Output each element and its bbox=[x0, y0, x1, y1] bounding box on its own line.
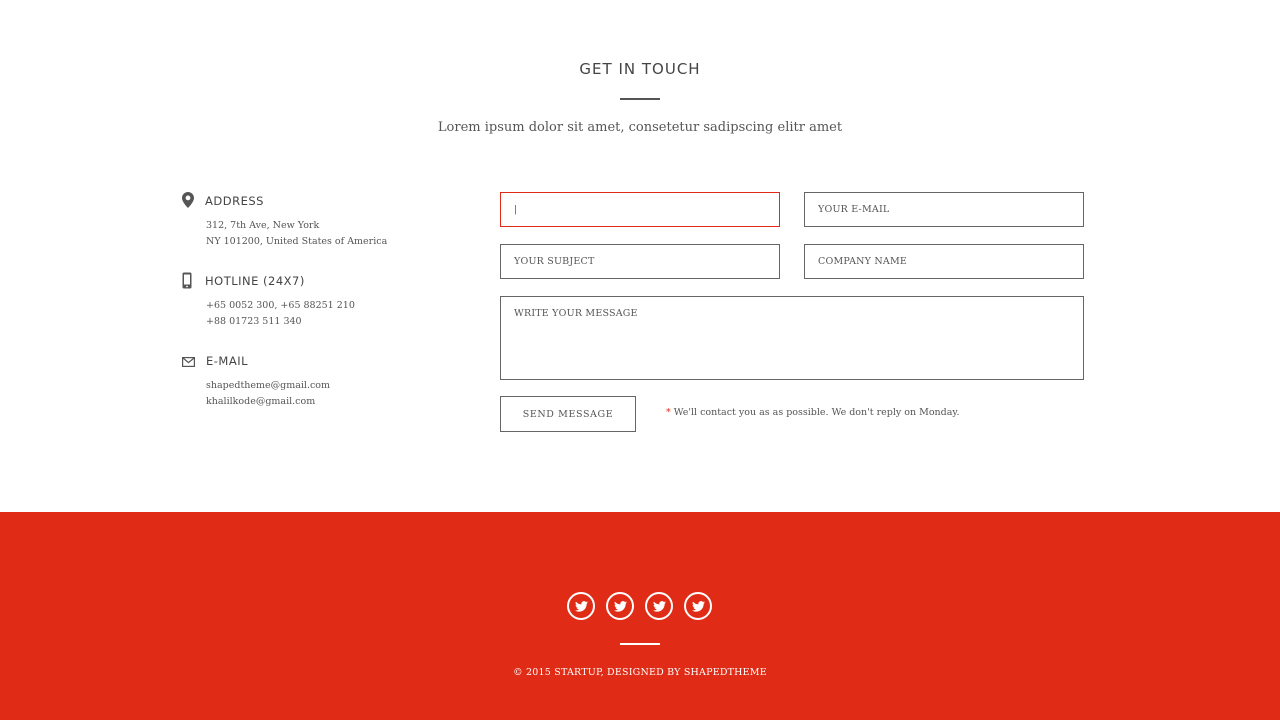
subject-input[interactable] bbox=[500, 244, 780, 279]
footer-divider bbox=[620, 643, 660, 645]
email-line: shapedtheme@gmail.com bbox=[206, 380, 331, 391]
required-star: * bbox=[666, 407, 671, 418]
twitter-icon bbox=[652, 597, 666, 616]
twitter-link[interactable] bbox=[684, 592, 712, 620]
email-input[interactable] bbox=[804, 192, 1084, 227]
phone-line: +65 0052 300, +65 88251 210 bbox=[206, 300, 355, 311]
message-textarea[interactable] bbox=[500, 296, 1084, 380]
copyright-text: © 2015 STARTUP, DESIGNED BY SHAPEDTHEME bbox=[513, 667, 767, 678]
map-marker-icon bbox=[182, 192, 196, 208]
envelope-icon bbox=[182, 352, 196, 368]
contact-note: * We'll contact you as as possible. We do… bbox=[666, 407, 960, 418]
footer: © 2015 STARTUP, DESIGNED BY SHAPEDTHEME bbox=[0, 512, 1280, 720]
email-line: khalilkode@gmail.com bbox=[206, 396, 316, 407]
name-input[interactable] bbox=[500, 192, 780, 227]
social-links bbox=[567, 592, 712, 620]
email-text: shapedtheme@gmail.com khalilkode@gmail.c… bbox=[206, 378, 330, 410]
address-heading: ADDRESS bbox=[205, 194, 264, 208]
hotline-heading: HOTLINE (24X7) bbox=[205, 274, 305, 288]
title-divider bbox=[620, 98, 660, 100]
address-line: NY 101200, United States of America bbox=[206, 236, 388, 247]
email-heading: E-MAIL bbox=[206, 354, 249, 368]
address-line: 312, 7th Ave, New York bbox=[206, 220, 320, 231]
twitter-link[interactable] bbox=[606, 592, 634, 620]
hotline-text: +65 0052 300, +65 88251 210 +88 01723 51… bbox=[206, 298, 355, 330]
address-text: 312, 7th Ave, New York NY 101200, United… bbox=[206, 218, 387, 250]
contact-note-text: We'll contact you as as possible. We don… bbox=[673, 407, 960, 418]
twitter-icon bbox=[691, 597, 705, 616]
twitter-link[interactable] bbox=[567, 592, 595, 620]
twitter-link[interactable] bbox=[645, 592, 673, 620]
mobile-phone-icon bbox=[182, 272, 196, 289]
send-message-button[interactable]: SEND MESSAGE bbox=[500, 396, 636, 432]
twitter-icon bbox=[574, 597, 588, 616]
section-subtitle: Lorem ipsum dolor sit amet, consetetur s… bbox=[437, 120, 843, 135]
twitter-icon bbox=[613, 597, 627, 616]
company-input[interactable] bbox=[804, 244, 1084, 279]
phone-line: +88 01723 511 340 bbox=[206, 316, 302, 327]
section-title: GET IN TOUCH bbox=[579, 60, 701, 78]
